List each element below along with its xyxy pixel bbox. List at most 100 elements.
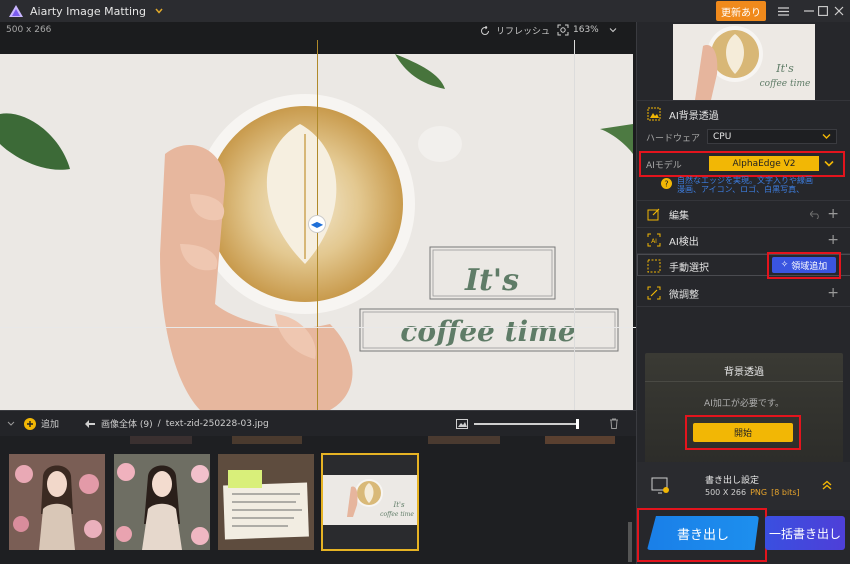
edit-expand-icon[interactable]: + xyxy=(827,206,839,222)
thumbnail-item[interactable] xyxy=(9,454,105,550)
update-available-button[interactable]: 更新あり xyxy=(716,1,766,21)
sparkle-icon: ✧ xyxy=(780,260,789,270)
start-button[interactable]: 開始 xyxy=(693,423,793,442)
right-panel: It's coffee time AI背景透過 ハードウェア CPU AIモデル… xyxy=(636,22,850,564)
add-label: 追加 xyxy=(41,420,60,430)
svg-text:AI: AI xyxy=(651,238,657,245)
add-button[interactable]: 追加 xyxy=(24,417,59,430)
undo-icon[interactable] xyxy=(810,210,821,219)
thumbnail-partial[interactable] xyxy=(232,436,302,444)
back-to-all-images-button[interactable]: 画像全体 (9) xyxy=(85,417,153,430)
export-bits: [8 bits] xyxy=(771,488,800,497)
ai-model-select[interactable]: AlphaEdge V2 xyxy=(709,156,819,171)
ai-bg-removal-icon xyxy=(647,107,661,121)
chevron-down-icon xyxy=(822,134,831,139)
export-button[interactable]: 書き出し xyxy=(647,516,759,550)
chevron-down-icon xyxy=(609,28,617,33)
ai-detect-title: AI検出 xyxy=(669,236,699,248)
bg-removal-card-message: AI加工が必要です。 xyxy=(704,399,784,409)
export-settings[interactable]: 書き出し設定 500 X 266 PNG [8 bits] xyxy=(637,462,850,510)
collapse-icon[interactable] xyxy=(7,420,15,428)
refresh-button[interactable]: リフレッシュ xyxy=(480,24,550,37)
preview-text-its: It's xyxy=(775,62,794,75)
ai-bg-removal-section: AI背景透過 xyxy=(637,106,850,122)
hardware-value: CPU xyxy=(713,131,732,142)
export-settings-title: 書き出し設定 xyxy=(705,476,760,486)
thumbnail-scrollbar[interactable] xyxy=(628,522,632,562)
fine-tune-title: 微調整 xyxy=(669,289,699,301)
app-window: Aiarty Image Matting 更新あり 500 x 266 リフレッ… xyxy=(0,0,850,564)
image-size-icon xyxy=(456,419,468,429)
bg-removal-card: 背景透過 AI加工が必要です。 開始 xyxy=(645,353,843,476)
thumbnail-partial[interactable] xyxy=(545,436,615,444)
fine-tune-expand-icon[interactable]: + xyxy=(827,285,839,301)
app-title: Aiarty Image Matting xyxy=(30,4,146,18)
export-settings-summary: 500 X 266 PNG [8 bits] xyxy=(705,488,800,497)
thumbnail-partial[interactable] xyxy=(130,436,192,444)
fine-tune-section[interactable]: 微調整 + xyxy=(637,284,850,302)
thumbnail-size-slider-handle[interactable] xyxy=(576,419,579,429)
region-add-button[interactable]: ✧ 領域追加 xyxy=(772,257,836,273)
hardware-label: ハードウェア xyxy=(646,134,701,144)
back-arrow-icon xyxy=(85,419,96,428)
fine-tune-icon xyxy=(647,286,661,300)
refresh-icon xyxy=(481,25,489,35)
all-images-label: 画像全体 (9) xyxy=(101,420,153,430)
zoom-control[interactable]: 163% xyxy=(557,24,617,36)
help-icon[interactable]: ? xyxy=(661,178,672,189)
compare-slider-handle-icon[interactable]: ◀▶ xyxy=(308,215,326,233)
thumbnail-text-coffee-time: coffee time xyxy=(380,511,414,518)
guide-line-vertical xyxy=(574,40,575,410)
edit-title: 編集 xyxy=(669,210,689,222)
image-size-label: 500 x 266 xyxy=(6,25,52,35)
trash-icon[interactable] xyxy=(609,418,619,429)
edit-section[interactable]: 編集 + xyxy=(637,205,850,223)
ai-model-value: AlphaEdge V2 xyxy=(732,158,796,169)
bg-removal-card-title: 背景透過 xyxy=(724,367,764,378)
menu-icon[interactable] xyxy=(770,0,796,22)
photo-text-coffee-time: coffee time xyxy=(400,315,575,348)
close-icon[interactable] xyxy=(826,0,850,22)
divider xyxy=(637,100,850,101)
thumbnail-size-slider[interactable] xyxy=(474,423,578,425)
export-settings-icon xyxy=(651,477,669,494)
title-bar: Aiarty Image Matting 更新あり xyxy=(0,0,850,22)
chevron-up-double-icon[interactable] xyxy=(821,479,833,491)
svg-text:?: ? xyxy=(664,180,668,189)
edit-icon xyxy=(647,208,660,221)
thumbnail-strip: It's coffee time xyxy=(0,436,636,564)
chevron-down-icon[interactable] xyxy=(824,160,834,168)
divider xyxy=(645,381,843,382)
thumbnail-item[interactable] xyxy=(218,454,314,550)
divider xyxy=(637,200,850,201)
photo-text-its: It's xyxy=(464,263,519,298)
divider xyxy=(637,227,850,228)
export-format: PNG xyxy=(750,488,768,497)
region-add-label: 領域追加 xyxy=(791,261,828,272)
path-separator: / xyxy=(157,418,161,429)
refresh-label: リフレッシュ xyxy=(496,27,551,37)
divider xyxy=(637,306,850,307)
thumbnail-item[interactable] xyxy=(114,454,210,550)
hardware-select[interactable]: CPU xyxy=(707,129,837,144)
manual-select-title: 手動選択 xyxy=(669,262,709,274)
export-size: 500 X 266 xyxy=(705,488,747,497)
image-canvas[interactable]: 500 x 266 リフレッシュ 163% It's coffee time ◀… xyxy=(0,22,636,410)
ai-detect-icon: AI xyxy=(647,233,661,247)
ai-detect-section[interactable]: AI AI検出 + xyxy=(637,231,850,249)
ai-detect-expand-icon[interactable]: + xyxy=(827,232,839,248)
preview-text-coffee-time: coffee time xyxy=(760,79,811,89)
thumbnail-text-its: It's xyxy=(392,501,405,509)
thumbnail-item-selected[interactable]: It's coffee time xyxy=(321,453,419,551)
manual-select-icon xyxy=(647,259,661,273)
zoom-level: 163% xyxy=(573,25,599,35)
preview-image: It's coffee time xyxy=(673,24,815,100)
thumbnail-partial[interactable] xyxy=(428,436,500,444)
ai-model-label: AIモデル xyxy=(646,161,682,171)
add-circle-icon xyxy=(24,417,36,430)
model-note-line2: 漫画、アイコン、ロゴ、白黒写真、 xyxy=(677,185,805,194)
guide-line-horizontal xyxy=(0,327,636,328)
batch-export-button[interactable]: 一括書き出し xyxy=(765,516,845,550)
chevron-down-icon[interactable] xyxy=(154,6,164,16)
current-file-name: text-zid-250228-03.jpg xyxy=(165,418,269,429)
